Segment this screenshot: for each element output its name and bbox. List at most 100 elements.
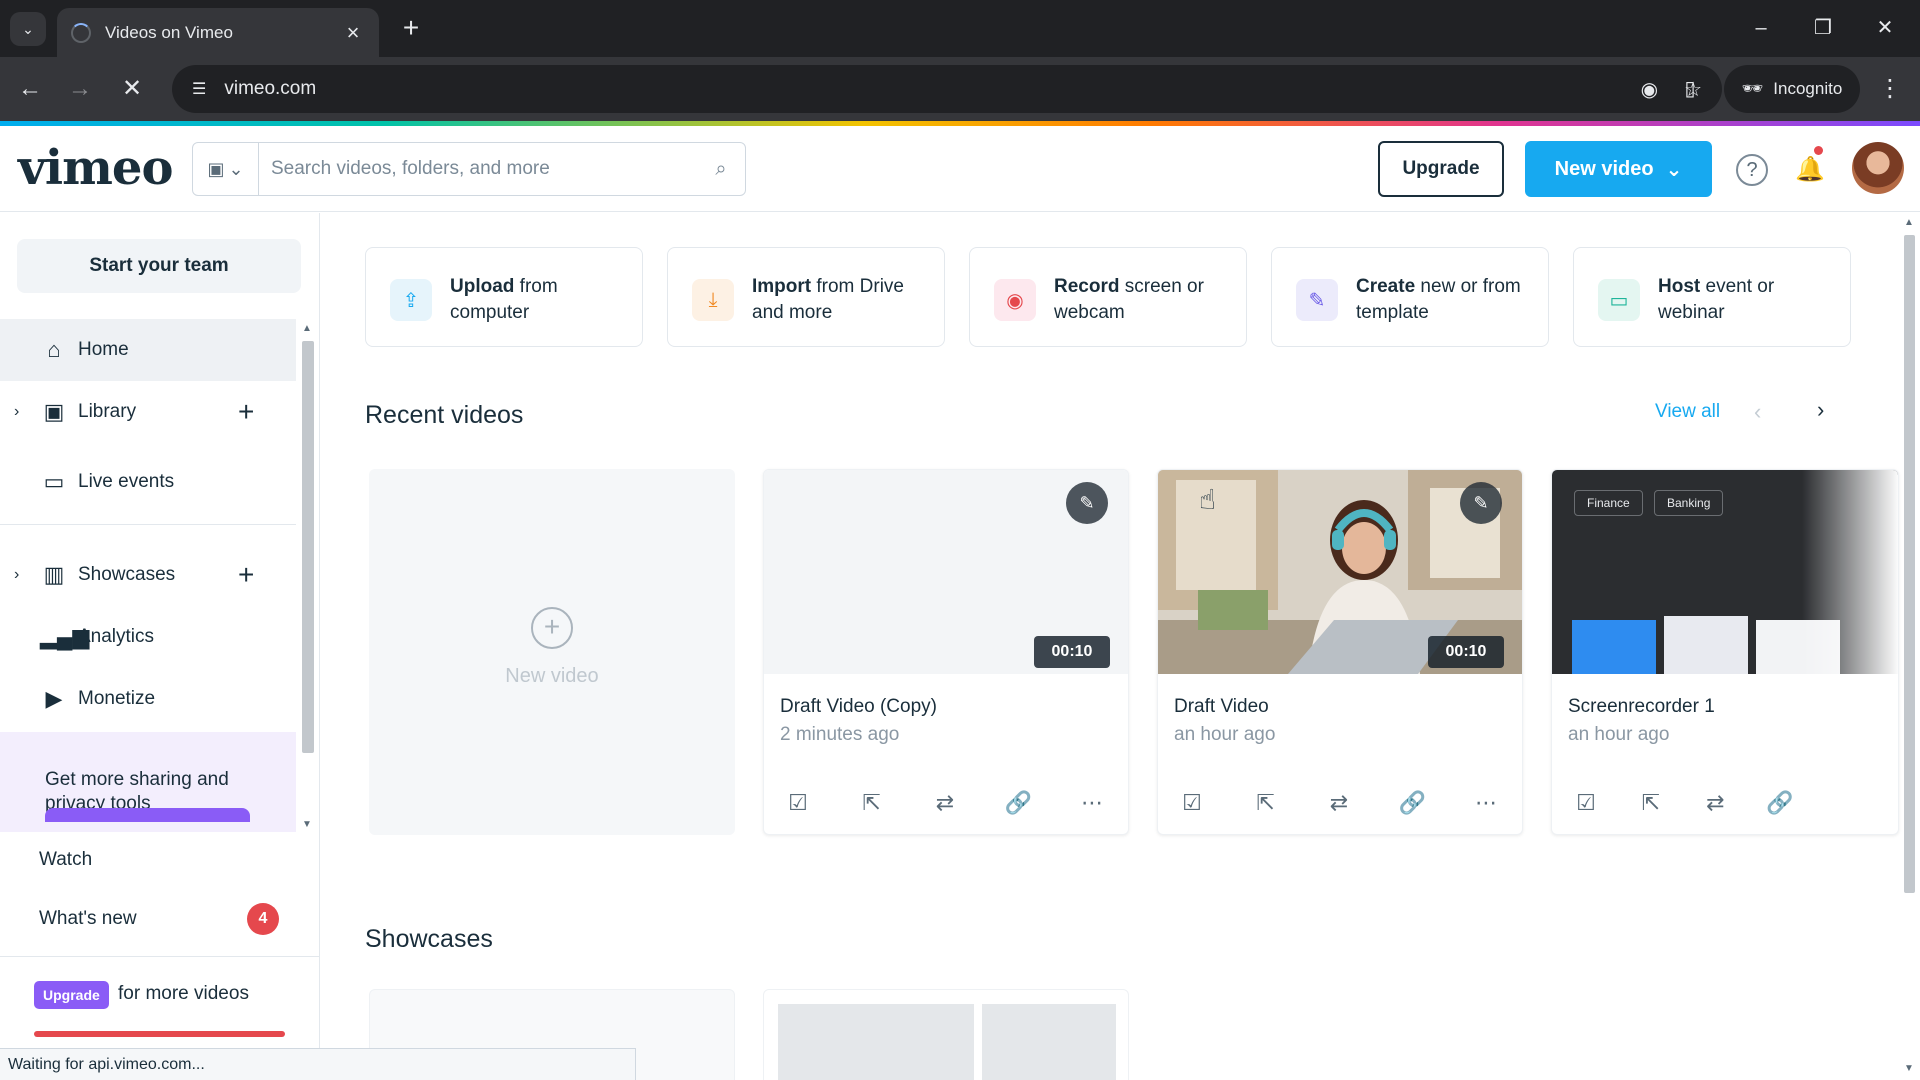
chevron-right-icon[interactable]: › [14,403,19,421]
promo-button[interactable] [45,808,250,822]
vimeo-logo[interactable]: vimeo [18,140,173,196]
search-input[interactable] [259,158,697,180]
url-text[interactable]: vimeo.com [224,78,1614,100]
watch-link[interactable]: Watch [39,849,92,871]
side-panel-icon[interactable]: ▯ [1672,71,1708,107]
forward-icon[interactable]: → [62,71,98,107]
link-icon[interactable]: 🔗 [1762,790,1798,816]
import-icon: ⤓ [692,279,734,321]
browser-menu-icon[interactable]: ⋮ [1872,71,1908,107]
video-card[interactable]: ✎ 00:10 Draft Video (Copy) 2 minutes ago… [763,469,1129,835]
review-icon[interactable]: ☑ [1174,790,1210,816]
storage-progress-bar [34,1031,285,1037]
scroll-up-icon[interactable]: ▲ [1904,217,1914,228]
thumbnail-tile [1572,620,1656,674]
minimize-icon[interactable]: – [1736,10,1786,46]
sidebar-item-label: Showcases [78,564,176,585]
video-duration: 00:10 [1428,636,1504,668]
carousel-next-icon[interactable]: › [1817,397,1824,423]
hand-cursor-icon: ☝ [1199,484,1217,515]
start-your-team-button[interactable]: Start your team [17,239,301,293]
upgrade-button[interactable]: Upgrade [1378,141,1504,197]
restore-icon[interactable]: ❐ [1798,10,1848,46]
upload-icon: ⇪ [390,279,432,321]
add-showcase-icon[interactable]: + [238,559,254,591]
video-title[interactable]: Draft Video (Copy) [780,696,937,718]
scroll-down-icon[interactable]: ▼ [1904,1063,1914,1074]
help-icon[interactable]: ? [1736,154,1768,186]
video-actions: ☑ ⇱ ⇄ 🔗 ⋯ [1174,790,1504,816]
record-card[interactable]: ◉ Record screen or webcam [969,247,1247,347]
new-tab-icon[interactable]: + [396,13,426,43]
move-icon[interactable]: ⇄ [927,790,963,816]
sidebar-scrollbar[interactable]: ▲ ▼ [297,319,319,830]
main-scrollbar[interactable]: ▲ ▼ [1899,213,1920,1080]
search-scope-dropdown[interactable]: ▣ ⌄ [193,143,259,195]
browser-tab[interactable]: Videos on Vimeo × [57,8,379,57]
host-card[interactable]: ▭ Host event or webinar [1573,247,1851,347]
create-card[interactable]: ✎ Create new or from template [1271,247,1549,347]
site-info-icon[interactable]: ☰ [192,79,206,99]
sidebar: Start your team ⌂ Home › ▣ Library + ▭ L… [0,213,320,1080]
video-title[interactable]: Screenrecorder 1 [1568,696,1715,718]
browser-tab-bar: ⌄ Videos on Vimeo × + – ❐ ✕ [0,0,1920,57]
link-icon[interactable]: 🔗 [1001,790,1037,816]
view-all-link[interactable]: View all [1655,401,1720,423]
create-card-text: Create new or from template [1356,276,1521,323]
stop-loading-icon[interactable]: ✕ [114,71,150,107]
upload-card[interactable]: ⇪ Upload from computer [365,247,643,347]
showcases-title: Showcases [365,925,493,953]
video-card[interactable]: ✎ 00:10 Draft Video an hour ago ☑ ⇱ ⇄ 🔗 … [1157,469,1523,835]
video-title[interactable]: Draft Video [1174,696,1269,718]
move-icon[interactable]: ⇄ [1697,790,1733,816]
add-library-icon[interactable]: + [238,396,254,428]
upload-card-text: Upload from computer [450,276,558,323]
eye-off-icon[interactable]: ◉ [1641,77,1658,102]
whats-new-link[interactable]: What's new [39,908,137,930]
video-card[interactable]: Finance Banking Screenrecorder 1 an hour… [1551,469,1899,835]
sidebar-item-library[interactable]: › ▣ Library + [0,381,296,443]
video-thumbnail[interactable]: Finance Banking [1552,470,1898,674]
scroll-up-icon[interactable]: ▲ [302,323,312,334]
back-icon[interactable]: ← [12,71,48,107]
edit-video-icon[interactable]: ✎ [1066,482,1108,524]
share-icon[interactable]: ⇱ [1248,790,1284,816]
review-icon[interactable]: ☑ [1568,790,1604,816]
new-video-button[interactable]: New video ⌄ [1525,141,1712,197]
close-window-icon[interactable]: ✕ [1860,10,1910,46]
host-card-text: Host event or webinar [1658,276,1775,323]
scrollbar-thumb[interactable] [302,341,314,753]
import-card[interactable]: ⤓ Import from Drive and more [667,247,945,347]
more-icon[interactable]: ⋯ [1468,790,1504,816]
chevron-right-icon[interactable]: › [14,566,19,584]
showcases-icon: ▥ [43,562,65,587]
scrollbar-thumb[interactable] [1904,235,1915,893]
more-icon[interactable]: ⋯ [1074,790,1110,816]
search-icon[interactable]: ⌕ [697,158,745,181]
showcase-card[interactable] [763,989,1129,1080]
avatar[interactable] [1852,142,1904,194]
link-icon[interactable]: 🔗 [1395,790,1431,816]
share-icon[interactable]: ⇱ [854,790,890,816]
tab-search-icon[interactable]: ⌄ [10,12,46,46]
sidebar-item-home[interactable]: ⌂ Home [0,319,296,381]
new-video-card[interactable]: + New video [369,469,735,835]
scroll-down-icon[interactable]: ▼ [302,819,312,830]
site-header: vimeo ▣ ⌄ ⌕ Upgrade New video ⌄ ? 🔔 [0,126,1920,212]
edit-video-icon[interactable]: ✎ [1460,482,1502,524]
carousel-prev-icon[interactable]: ‹ [1754,399,1761,425]
address-bar[interactable]: ☰ vimeo.com ◉ ☆ [172,65,1722,113]
sidebar-item-monetize[interactable]: ▶ Monetize [0,668,296,730]
tab-close-icon[interactable]: × [341,20,365,46]
move-icon[interactable]: ⇄ [1321,790,1357,816]
bell-icon[interactable]: 🔔 [1792,152,1828,188]
upgrade-badge[interactable]: Upgrade [34,981,109,1009]
review-icon[interactable]: ☑ [780,790,816,816]
share-icon[interactable]: ⇱ [1633,790,1669,816]
incognito-indicator[interactable]: 🕶 Incognito [1724,65,1860,113]
sidebar-item-live-events[interactable]: ▭ Live events [0,451,296,513]
sidebar-item-label: Monetize [78,688,156,709]
sidebar-item-showcases[interactable]: › ▥ Showcases + [0,544,296,606]
create-icon: ✎ [1296,279,1338,321]
sidebar-item-analytics[interactable]: ▂▄▆ Analytics [0,606,296,668]
